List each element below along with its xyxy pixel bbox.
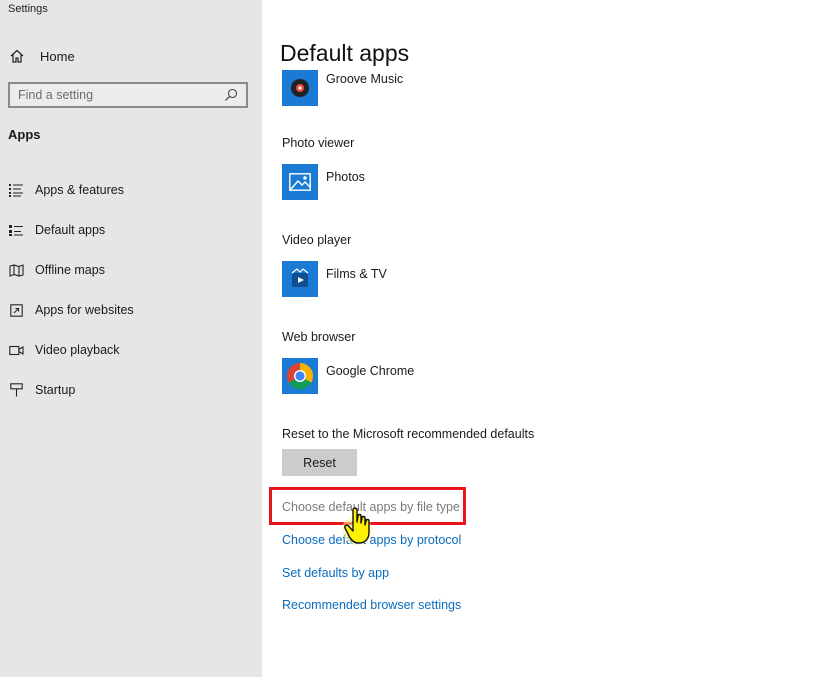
search-box[interactable] [8, 82, 248, 108]
main-content: Default apps Groove Music Photo viewer P… [262, 0, 829, 677]
chrome-icon [282, 358, 318, 394]
home-label: Home [40, 48, 75, 64]
sidebar: Settings Home Apps Apps & features Defau… [0, 0, 262, 677]
reset-label: Reset to the Microsoft recommended defau… [282, 427, 535, 441]
search-input[interactable] [18, 88, 224, 102]
offline-maps-icon [8, 262, 24, 278]
sidebar-item-label: Video playback [35, 343, 120, 357]
section-title: Apps [8, 127, 41, 142]
sidebar-item-apps-features[interactable]: Apps & features [0, 170, 262, 210]
music-app-name: Groove Music [326, 72, 404, 86]
home-icon [8, 47, 26, 65]
search-icon[interactable] [224, 88, 238, 102]
music-player-app[interactable]: Groove Music [282, 70, 403, 106]
sidebar-item-default-apps[interactable]: Default apps [0, 210, 262, 250]
sidebar-item-label: Apps & features [35, 183, 124, 197]
web-browser-label: Web browser [282, 330, 356, 344]
photo-app-name: Photos [326, 170, 365, 184]
web-browser-app[interactable]: Google Chrome [282, 358, 414, 394]
video-playback-icon [8, 342, 24, 358]
sidebar-item-offline-maps[interactable]: Offline maps [0, 250, 262, 290]
home-nav[interactable]: Home [8, 46, 75, 66]
page-title: Default apps [280, 40, 410, 66]
sidebar-item-label: Default apps [35, 223, 106, 237]
video-player-label: Video player [282, 233, 352, 247]
sidebar-item-label: Offline maps [35, 263, 105, 277]
sidebar-item-apps-websites[interactable]: Apps for websites [0, 290, 262, 330]
photos-icon [282, 164, 318, 200]
browser-app-name: Google Chrome [326, 364, 415, 378]
hand-cursor-icon [342, 507, 372, 545]
video-player-app[interactable]: Films & TV [282, 261, 387, 297]
startup-icon [8, 382, 24, 398]
sidebar-item-video-playback[interactable]: Video playback [0, 330, 262, 370]
groove-music-icon [282, 70, 318, 106]
apps-features-icon [8, 182, 24, 198]
reset-button[interactable]: Reset [282, 449, 357, 476]
apps-websites-icon [8, 302, 24, 318]
sidebar-item-label: Startup [35, 383, 76, 397]
sidebar-item-label: Apps for websites [35, 303, 134, 317]
sidebar-nav: Apps & features Default apps Offline map… [0, 170, 262, 410]
default-apps-icon [8, 222, 24, 238]
window-title: Settings [8, 3, 48, 15]
set-defaults-by-app-link[interactable]: Set defaults by app [282, 566, 389, 580]
sidebar-item-startup[interactable]: Startup [0, 370, 262, 410]
recommended-browser-settings-link[interactable]: Recommended browser settings [282, 598, 461, 612]
video-app-name: Films & TV [326, 267, 387, 281]
photo-viewer-app[interactable]: Photos [282, 164, 365, 200]
photo-viewer-label: Photo viewer [282, 136, 355, 150]
films-tv-icon [282, 261, 318, 297]
